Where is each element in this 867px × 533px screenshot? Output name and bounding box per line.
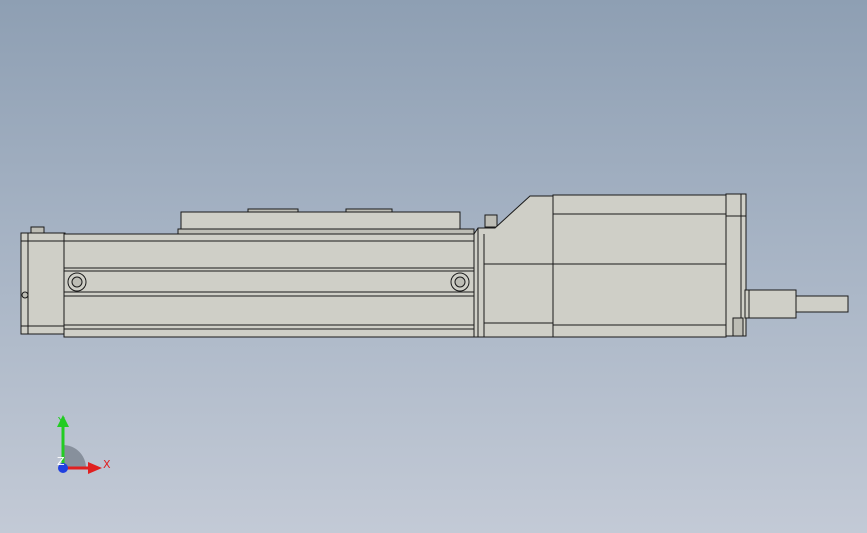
rail-body: [63, 233, 475, 338]
cad-graphics-viewport[interactable]: [0, 0, 867, 533]
motor-adapter: [473, 195, 554, 338]
triad-y-label: Y: [57, 415, 65, 428]
cable-gland: [744, 289, 797, 319]
actuator-model[interactable]: [20, 193, 849, 338]
coordinate-triad: Y X Z: [57, 415, 111, 474]
motor-rear-cover: [725, 193, 747, 337]
motor-cable: [795, 295, 849, 313]
motor-housing: [552, 194, 727, 338]
left-end-cap: [20, 226, 66, 335]
slider-table[interactable]: [177, 208, 475, 235]
triad-x-label: X: [103, 458, 111, 471]
rail-screw-left: [67, 272, 87, 292]
rail-screw-right: [450, 272, 470, 292]
triad-z-label: Z: [57, 455, 65, 468]
